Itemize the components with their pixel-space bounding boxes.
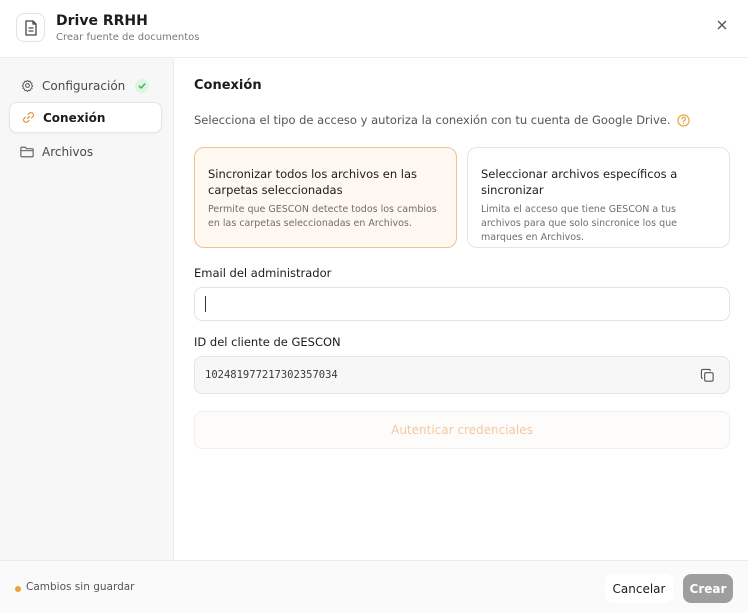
- create-button[interactable]: Crear: [683, 574, 733, 603]
- sidebar-item-label: Configuración: [42, 78, 126, 93]
- dialog-header: Drive RRHH Crear fuente de documentos: [0, 0, 748, 58]
- sidebar-item-label: Archivos: [42, 144, 94, 159]
- client-id-value: 102481977217302357034: [205, 369, 338, 381]
- option-title: Sincronizar todos los archivos en las ca…: [208, 167, 418, 197]
- option-description: Limita el acceso que tiene GESCON a tus …: [481, 204, 677, 243]
- close-icon: [717, 20, 727, 30]
- client-id-label: ID del cliente de GESCON: [194, 335, 341, 349]
- option-title: Seleccionar archivos específicos a sincr…: [481, 167, 678, 197]
- cancel-button[interactable]: Cancelar: [605, 574, 673, 603]
- client-id-field: 102481977217302357034: [194, 356, 730, 394]
- dialog-title: Drive RRHH: [56, 13, 148, 29]
- gear-icon: [20, 79, 34, 93]
- unsaved-status: Cambios sin guardar: [26, 581, 135, 593]
- option-sync-all[interactable]: Sincronizar todos los archivos en las ca…: [194, 147, 457, 248]
- sidebar: Configuración Conexión Archivos: [0, 58, 174, 560]
- dialog-subtitle: Crear fuente de documentos: [56, 32, 200, 43]
- dialog-footer: Cambios sin guardar Cancelar Crear: [0, 560, 748, 613]
- check-icon: [135, 78, 150, 93]
- text-caret: [205, 296, 206, 312]
- folder-icon: [20, 145, 34, 159]
- authenticate-button[interactable]: Autenticar credenciales: [194, 411, 730, 449]
- main-content: Conexión Selecciona el tipo de acceso y …: [174, 58, 748, 560]
- document-icon: [16, 13, 45, 42]
- email-label: Email del administrador: [194, 266, 332, 280]
- link-icon: [21, 111, 35, 125]
- help-icon[interactable]: [676, 113, 690, 127]
- sidebar-item-configuracion[interactable]: Configuración: [9, 70, 162, 101]
- section-title: Conexión: [194, 78, 262, 93]
- sidebar-item-archivos[interactable]: Archivos: [9, 136, 162, 167]
- section-description: Selecciona el tipo de acceso y autoriza …: [194, 113, 690, 127]
- copy-icon[interactable]: [700, 368, 715, 383]
- unsaved-indicator-dot: [15, 586, 21, 592]
- close-button[interactable]: [713, 16, 731, 34]
- option-description: Permite que GESCON detecte todos los cam…: [208, 204, 437, 229]
- description-text: Selecciona el tipo de acceso y autoriza …: [194, 113, 671, 127]
- sidebar-item-conexion[interactable]: Conexión: [9, 102, 162, 133]
- option-sync-specific[interactable]: Seleccionar archivos específicos a sincr…: [467, 147, 730, 248]
- sidebar-item-label: Conexión: [43, 110, 106, 125]
- email-field[interactable]: [194, 287, 730, 321]
